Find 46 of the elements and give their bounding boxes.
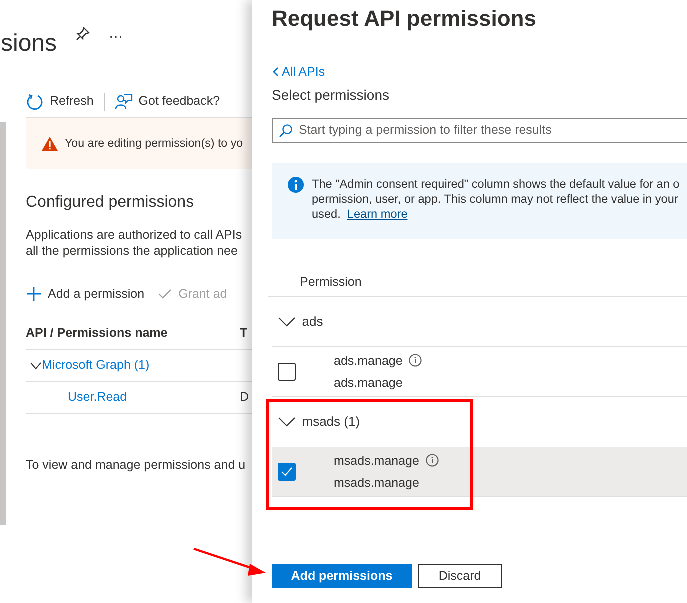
- info-icon: [409, 354, 422, 368]
- subtitle: Select permissions: [272, 86, 390, 106]
- plus-icon: [26, 286, 42, 302]
- add-permissions-button[interactable]: Add permissions: [272, 564, 412, 588]
- permission-link[interactable]: User.Read: [68, 390, 128, 404]
- scrollbar[interactable]: [0, 122, 6, 525]
- checkbox[interactable]: [278, 462, 296, 481]
- search-field[interactable]: Start typing a permission to filter these results: [272, 118, 687, 144]
- add-permission-button[interactable]: Add a permission: [26, 285, 145, 304]
- description-line: all the permissions the application nee: [26, 243, 239, 259]
- column-header: API / Permissions name: [26, 324, 169, 342]
- group-toggle[interactable]: msads (1): [278, 412, 360, 432]
- warning-icon: [42, 136, 58, 150]
- pin-icon: [75, 26, 92, 42]
- panel-title: Request API permissions: [272, 5, 538, 33]
- permission-name: msads.manage: [334, 452, 420, 470]
- chevron-left-icon: [272, 67, 279, 78]
- column-header: T: [240, 324, 248, 342]
- api-group-link[interactable]: Microsoft Graph (1): [30, 358, 150, 372]
- info-icon: [426, 454, 439, 468]
- toolbar-button[interactable]: Refresh: [26, 92, 94, 111]
- footer-text: To view and manage permissions and u: [26, 456, 247, 474]
- more-button[interactable]: ···: [109, 26, 124, 47]
- feedback-icon: [114, 92, 133, 110]
- permission-description: msads.manage: [334, 474, 420, 492]
- checkmark-icon: [281, 466, 293, 477]
- table-cell-text: D: [240, 388, 250, 406]
- permission-row[interactable]: ads.manage ads.manage: [272, 347, 687, 398]
- learn-more-link[interactable]: Learn more: [347, 207, 408, 222]
- description-line: Applications are authorized to call APIs: [26, 227, 244, 243]
- column-header: Permission: [300, 274, 362, 292]
- permission-description: ads.manage: [334, 374, 404, 392]
- info-text: The "Admin consent required" column shows the default value for an o permission, user, or app. This column may not reflect the value in your used. Learn more: [312, 177, 680, 224]
- refresh-icon: [26, 92, 44, 110]
- permission-name: ads.manage: [334, 352, 403, 370]
- search-icon: [279, 124, 293, 138]
- section-title: Configured permissions: [26, 193, 196, 213]
- info-icon: [288, 177, 304, 194]
- toolbar-button[interactable]: Got feedback?: [114, 92, 220, 111]
- back-link[interactable]: All APIs: [272, 63, 326, 82]
- discard-button[interactable]: Discard: [418, 564, 502, 588]
- warning-text: You are editing permission(s) to yo: [65, 136, 244, 152]
- checkbox[interactable]: [278, 362, 296, 381]
- permission-row[interactable]: msads.manage msads.manage: [272, 447, 687, 498]
- group-toggle[interactable]: ads: [278, 312, 324, 332]
- page-title: sions: [1, 29, 58, 59]
